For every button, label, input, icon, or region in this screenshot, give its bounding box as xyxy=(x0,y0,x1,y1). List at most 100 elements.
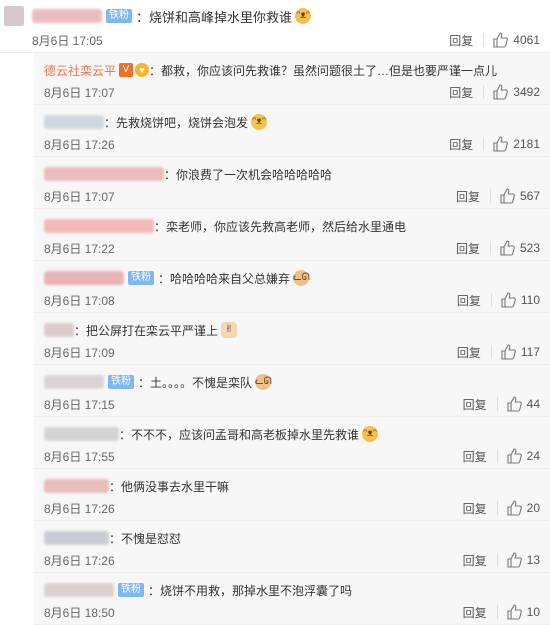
laughing-emoji-icon: ᵔᴥᵔ xyxy=(362,426,379,442)
divider xyxy=(496,553,498,567)
comment-text: ：烧饼和高峰掉水里你救谁 xyxy=(136,9,293,25)
like-count: 117 xyxy=(520,345,540,359)
thumbs-up-icon[interactable] xyxy=(500,344,516,360)
reply-button[interactable]: 回复 xyxy=(449,84,473,101)
reply-button[interactable]: 回复 xyxy=(457,344,481,361)
reply-time: 8月6日 17:26 xyxy=(44,501,115,516)
reply-button[interactable]: 回复 xyxy=(456,188,480,205)
reply-text: ：他俩没事去水里干嘛 xyxy=(109,479,230,494)
reply-text: ：不愧是怼怼 xyxy=(109,531,182,546)
redacted-username[interactable] xyxy=(44,583,114,597)
reply-item: ：你浪费了一次机会哈哈哈哈哈 8月6日 17:07 回复 567 xyxy=(34,157,550,209)
reply-item: ：栾老师，你应该先救高老师，然后给水里通电 8月6日 17:22 回复 523 xyxy=(34,209,550,261)
like-count: 567 xyxy=(519,189,540,203)
thumbs-up-icon[interactable] xyxy=(492,136,509,152)
divider xyxy=(489,241,491,255)
like-count: 44 xyxy=(526,397,540,411)
reply-item: 铁粉 ：土。。。。不愧是栾队 ᓚᘏ 8月6日 17:15 回复 44 xyxy=(34,365,550,417)
fan-badge: 铁粉 xyxy=(128,271,154,285)
redacted-username[interactable] xyxy=(44,219,154,233)
thumbs-up-icon[interactable] xyxy=(499,240,515,256)
reply-text: ：你浪费了一次机会哈哈哈哈哈 xyxy=(164,167,333,182)
reply-text: ：哈哈哈哈来自父总嫌弃 xyxy=(158,271,291,286)
redacted-username[interactable] xyxy=(44,531,109,545)
top-comment: 铁粉 ：烧饼和高峰掉水里你救谁 ᵔᴥᵔ 8月6日 17:05 回复 4061 xyxy=(0,0,550,53)
like-count: 24 xyxy=(526,449,540,463)
reply-text: ：都救，你应该问先救谁？虽然问题很土了…但是也要严谨一点儿 xyxy=(149,63,498,78)
reply-item: ：先救烧饼吧，烧饼会泡发 ᵔᴥᵔ 8月6日 17:26 回复 2181 xyxy=(34,105,550,157)
username-link[interactable]: 德云社栾云平 xyxy=(44,62,116,79)
reply-text: ：烧饼不用救，那掉水里不泡浮囊了吗 xyxy=(148,583,353,598)
thumbs-up-icon[interactable] xyxy=(506,604,522,620)
reply-time: 8月6日 17:08 xyxy=(44,293,115,308)
victory-hand-icon: ✌ xyxy=(221,322,238,338)
reply-button[interactable]: 回复 xyxy=(463,396,487,413)
like-count: 13 xyxy=(526,553,540,567)
thumbs-up-icon[interactable] xyxy=(499,188,515,204)
reply-time: 8月6日 18:50 xyxy=(44,605,115,620)
like-count: 20 xyxy=(526,501,540,515)
divider xyxy=(496,501,498,515)
verified-icon: V xyxy=(119,63,134,77)
redacted-username[interactable] xyxy=(44,323,74,337)
cat-emoji-icon: ᓚᘏ xyxy=(293,270,310,286)
reply-button[interactable]: 回复 xyxy=(463,604,487,621)
thumbs-up-icon[interactable] xyxy=(506,500,522,516)
divider xyxy=(483,137,485,151)
vip-icon: ♥ xyxy=(135,63,150,77)
reply-item: 铁粉 ：烧饼不用救，那掉水里不泡浮囊了吗 8月6日 18:50 回复 10 xyxy=(34,573,550,625)
divider xyxy=(496,449,498,463)
redacted-username[interactable] xyxy=(32,9,102,23)
redacted-username[interactable] xyxy=(44,167,164,181)
like-count: 2181 xyxy=(513,137,540,151)
thumbs-up-icon[interactable] xyxy=(500,292,516,308)
divider xyxy=(496,397,498,411)
redacted-username[interactable] xyxy=(44,479,109,493)
redacted-username[interactable] xyxy=(44,427,119,441)
like-count: 523 xyxy=(519,241,540,255)
reply-item: ：不不不，应该问孟哥和高老板掉水里先救谁 ᵔᴥᵔ 8月6日 17:55 回复 24 xyxy=(34,417,550,469)
comment-time: 8月6日 17:05 xyxy=(32,33,103,48)
reply-button[interactable]: 回复 xyxy=(456,240,480,257)
divider xyxy=(496,605,498,619)
reply-text: ：土。。。。不愧是栾队 xyxy=(138,375,253,390)
fan-badge: 铁粉 xyxy=(106,9,132,23)
divider xyxy=(490,345,492,359)
thumbs-up-icon[interactable] xyxy=(492,32,509,48)
like-count: 4061 xyxy=(513,33,540,47)
reply-time: 8月6日 17:07 xyxy=(44,189,115,204)
reply-button[interactable]: 回复 xyxy=(463,500,487,517)
reply-text: ：把公屏打在栾云平严谨上 xyxy=(74,323,219,338)
thumbs-up-icon[interactable] xyxy=(506,552,522,568)
redacted-username[interactable] xyxy=(44,115,104,129)
reply-button[interactable]: 回复 xyxy=(457,292,481,309)
reply-text: ：不不不，应该问孟哥和高老板掉水里先救谁 xyxy=(119,427,360,442)
thumbs-up-icon[interactable] xyxy=(492,84,509,100)
thumbs-up-icon[interactable] xyxy=(506,448,522,464)
reply-time: 8月6日 17:55 xyxy=(44,449,115,464)
avatar[interactable] xyxy=(4,6,24,26)
redacted-username[interactable] xyxy=(44,271,124,285)
redacted-username[interactable] xyxy=(44,375,104,389)
reply-text: ：栾老师，你应该先救高老师，然后给水里通电 xyxy=(154,219,407,234)
divider xyxy=(490,293,492,307)
thumbs-up-icon[interactable] xyxy=(506,396,522,412)
like-count: 110 xyxy=(520,293,540,307)
laughing-emoji-icon: ᵔᴥᵔ xyxy=(295,8,312,24)
reply-time: 8月6日 17:26 xyxy=(44,553,115,568)
reply-item: ：不愧是怼怼 8月6日 17:26 回复 13 xyxy=(34,521,550,573)
reply-list: 德云社栾云平 V ♥ ：都救，你应该问先救谁？虽然问题很土了…但是也要严谨一点儿 8月6… xyxy=(34,53,550,625)
like-count: 10 xyxy=(526,605,540,619)
cat-emoji-icon: ᓚᘏ xyxy=(255,374,272,390)
reply-button[interactable]: 回复 xyxy=(463,448,487,465)
reply-item: 德云社栾云平 V ♥ ：都救，你应该问先救谁？虽然问题很土了…但是也要严谨一点儿 8月6… xyxy=(34,53,550,105)
reply-button[interactable]: 回复 xyxy=(449,32,473,49)
reply-item: ：把公屏打在栾云平严谨上 ✌ 8月6日 17:09 回复 117 xyxy=(34,313,550,365)
reply-button[interactable]: 回复 xyxy=(449,136,473,153)
fan-badge: 铁粉 xyxy=(108,375,134,389)
reply-button[interactable]: 回复 xyxy=(463,552,487,569)
reply-time: 8月6日 17:09 xyxy=(44,345,115,360)
reply-time: 8月6日 17:15 xyxy=(44,397,115,412)
divider xyxy=(483,85,485,99)
laughing-emoji-icon: ᵔᴥᵔ xyxy=(251,114,268,130)
